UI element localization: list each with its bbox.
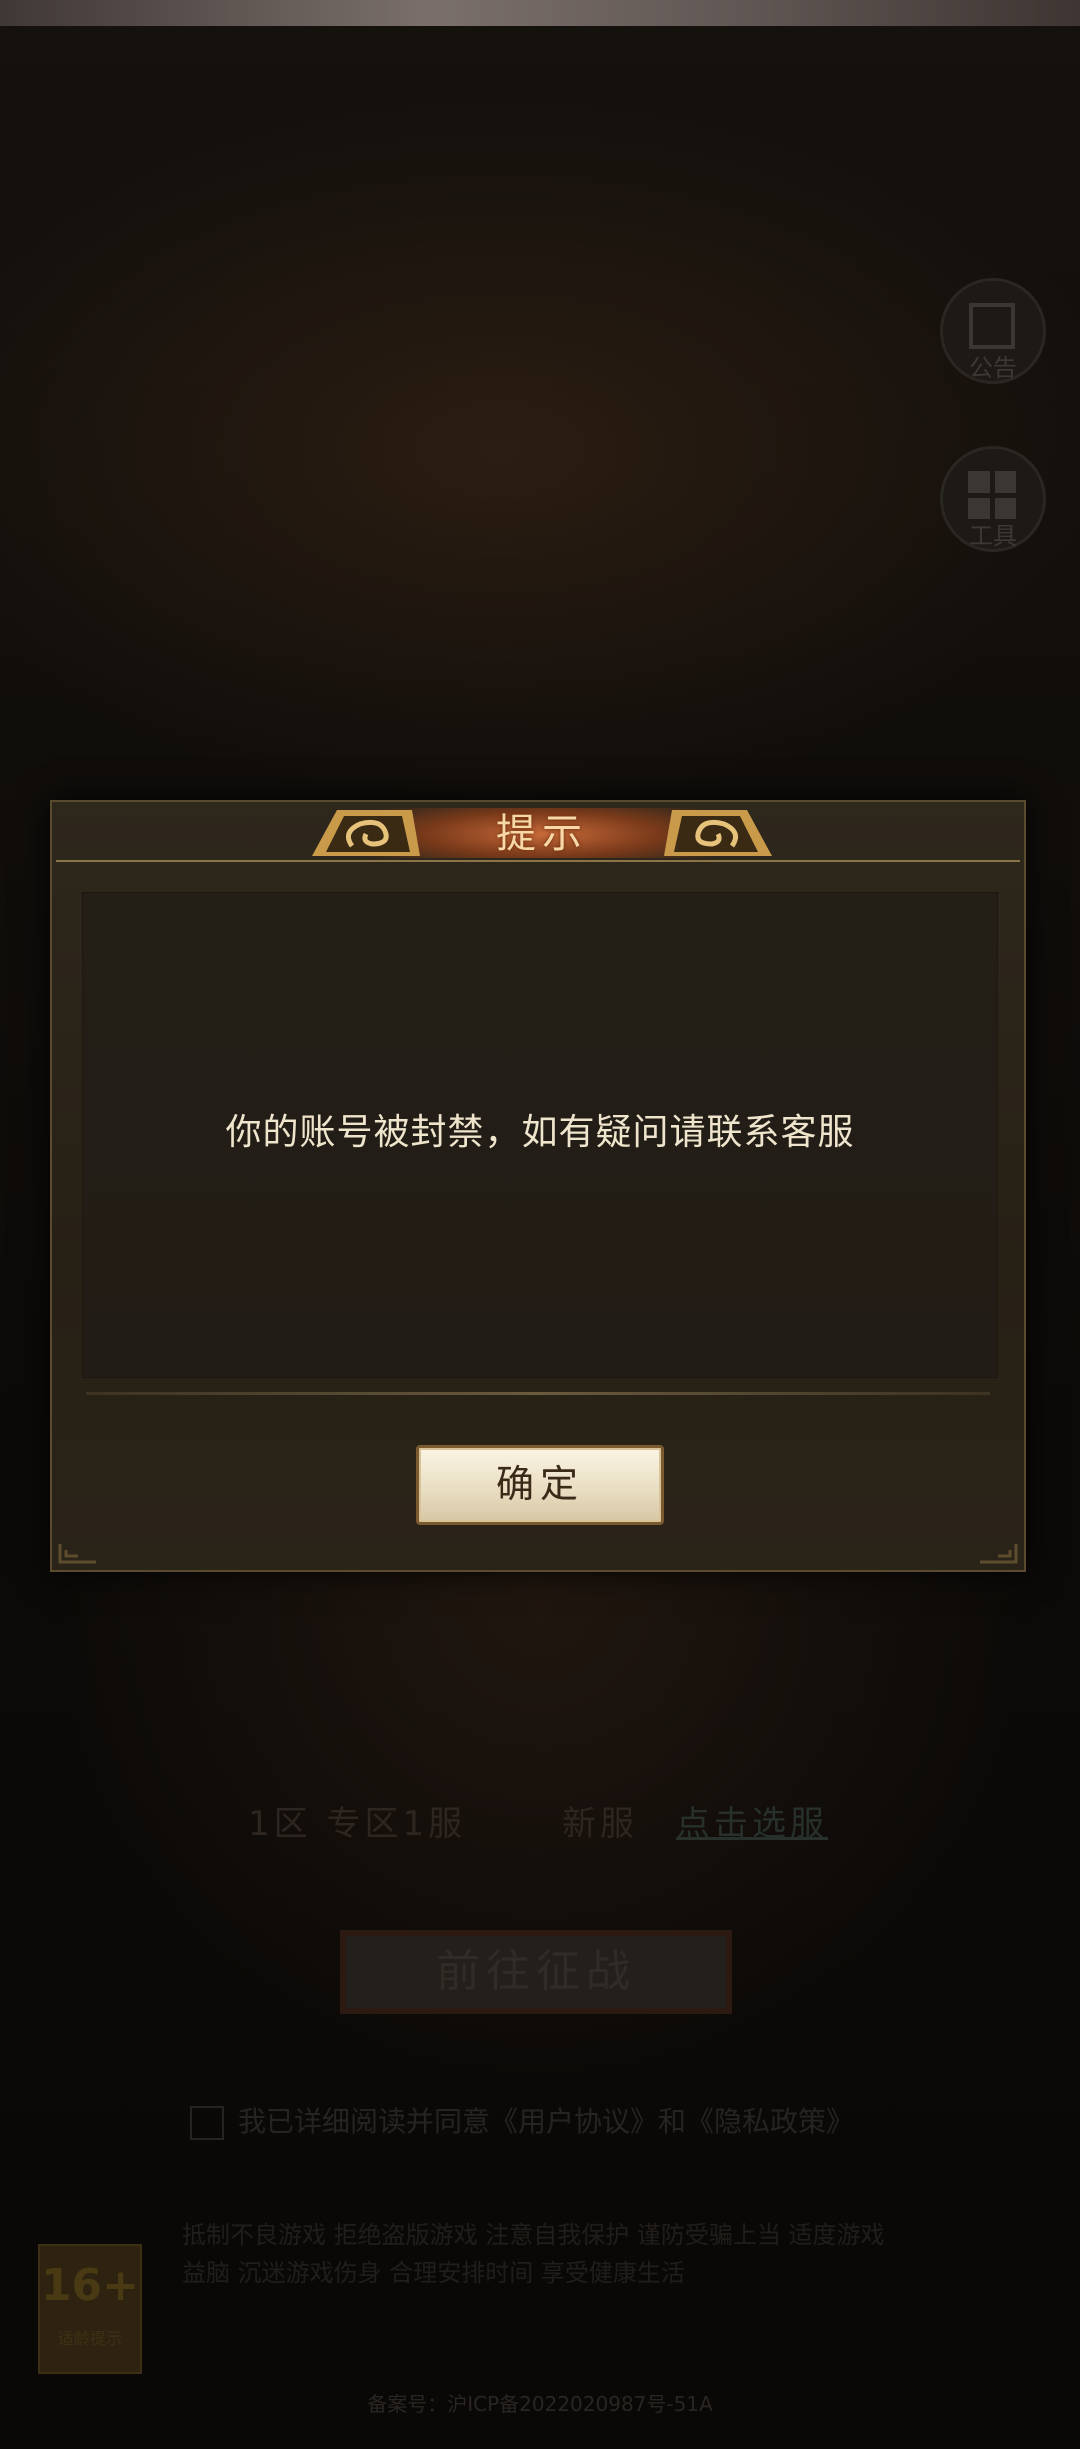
- header-rule: [56, 860, 1020, 862]
- cloud-ornament-left-icon: [312, 810, 420, 856]
- cloud-ornament-right-icon: [664, 810, 772, 856]
- dialog-divider: [86, 1392, 990, 1395]
- modal-overlay: 提示 你的账号被封禁，如有疑问请联系客服 确定: [0, 0, 1080, 2449]
- message-panel: 你的账号被封禁，如有疑问请联系客服: [82, 892, 998, 1378]
- corner-ornament-left-icon: [58, 1544, 96, 1564]
- alert-dialog: 提示 你的账号被封禁，如有疑问请联系客服 确定: [50, 800, 1026, 1572]
- dialog-message: 你的账号被封禁，如有疑问请联系客服: [225, 1112, 855, 1153]
- confirm-button[interactable]: 确定: [416, 1445, 664, 1525]
- corner-ornament-right-icon: [980, 1544, 1018, 1564]
